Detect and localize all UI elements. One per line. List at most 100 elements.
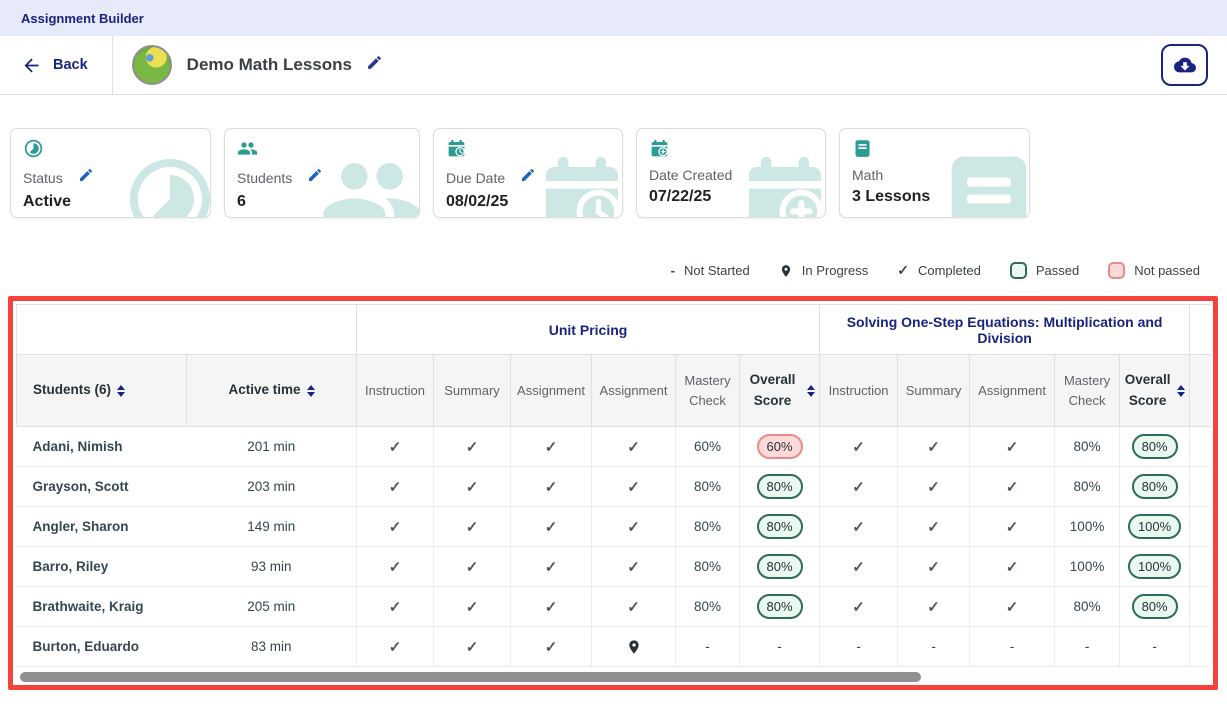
score-chip: 80% [757,474,803,499]
column-header-overall-score[interactable]: Overall Score [1120,355,1190,427]
check-icon: ✓ [852,559,865,576]
group-header-spacer [17,305,357,355]
completed-cell: ✓ [970,507,1055,547]
column-label: Active time [228,380,300,400]
check-icon: ✓ [1006,479,1019,496]
completed-cell: ✓ [820,507,898,547]
check-icon: ✓ [852,479,865,496]
sliver-cell [1190,587,1211,627]
legend-label: Not passed [1134,263,1200,278]
sort-arrows-icon [1177,385,1185,397]
check-icon: ✓ [466,639,479,656]
column-header-assignment: Assignment [592,355,676,427]
column-header-overall-score[interactable]: Overall Score [740,355,820,427]
status-label: Status [23,170,63,186]
column-header-active-time[interactable]: Active time [187,355,357,427]
column-label: Overall Score [1124,370,1171,411]
table-row: Burton, Eduardo83 min✓✓✓------- [17,627,1212,667]
score-cell: 80% [1055,427,1120,467]
check-icon: ✓ [545,519,558,536]
check-icon: ✓ [389,559,402,576]
column-label: Mastery Check [680,371,735,410]
horizontal-scrollbar [17,670,1210,683]
score-cell: 60% [676,427,740,467]
sort-arrows-icon [117,385,125,397]
lesson-group-header: Unit Pricing [357,305,820,355]
score-chip: 80% [1132,474,1178,499]
score-cell: 80% [676,547,740,587]
completed-cell: ✓ [434,507,511,547]
completed-cell: ✓ [434,627,511,667]
completed-cell: ✓ [357,587,434,627]
column-label: Summary [444,381,500,401]
pin-icon [626,639,642,655]
completed-cell: ✓ [592,507,676,547]
back-button[interactable]: Back [0,36,112,94]
check-icon: ✓ [852,599,865,616]
pencil-icon [78,167,94,183]
completed-cell: ✓ [511,467,592,507]
student-name-cell: Burton, Eduardo [17,627,187,667]
score-chip: 80% [757,594,803,619]
legend-not-started: - Not Started [671,263,750,278]
overall-score-cell: 80% [740,467,820,507]
completed-cell: ✓ [898,467,970,507]
column-label: Assignment [600,381,668,401]
column-header-students-6-[interactable]: Students (6) [17,355,187,427]
score-cell: - [1120,627,1190,667]
date-created-label: Date Created [649,167,732,183]
scrollbar-thumb[interactable] [20,672,921,682]
score-chip: 100% [1128,554,1181,579]
completed-cell: ✓ [592,467,676,507]
completed-cell: ✓ [434,587,511,627]
edit-students-button[interactable] [307,167,323,188]
arrow-back-icon [21,55,42,76]
sort-arrows-icon [807,385,815,397]
overall-score-cell: 60% [740,427,820,467]
column-label: Instruction [829,381,889,401]
overall-score-cell: 80% [740,507,820,547]
legend-label: In Progress [802,263,868,278]
check-icon: ✓ [1006,439,1019,456]
column-label: Assignment [978,381,1046,401]
completed-cell: ✓ [898,587,970,627]
sliver-cell [1190,627,1211,667]
score-cell: 100% [1055,507,1120,547]
active-time-cell: 93 min [187,547,357,587]
active-time-cell: 83 min [187,627,357,667]
completed-cell: ✓ [511,427,592,467]
column-header-instruction: Instruction [820,355,898,427]
score-cell: 80% [1055,587,1120,627]
column-header-mastery-check: Mastery Check [1055,355,1120,427]
subject-label: Math [852,167,883,183]
legend-label: Passed [1036,263,1079,278]
check-icon: ✓ [466,519,479,536]
lesson-group-header: Solving One-Step Equations: Multiplicati… [820,305,1190,355]
check-icon: ✓ [389,639,402,656]
edit-status-button[interactable] [78,167,94,188]
student-name-cell: Barro, Riley [17,547,187,587]
check-icon: ✓ [389,519,402,536]
edit-due-date-button[interactable] [520,167,536,188]
check-icon: ✓ [627,559,640,576]
edit-title-button[interactable] [366,54,383,76]
check-icon: ✓ [627,439,640,456]
students-value: 6 [237,193,407,211]
check-icon: ✓ [627,479,640,496]
check-icon: ✓ [627,519,640,536]
students-label: Students [237,170,292,186]
score-cell: - [740,627,820,667]
pencil-icon [307,167,323,183]
dash-icon: - [671,263,675,278]
score-cell: 80% [676,507,740,547]
sliver-cell [1190,427,1211,467]
download-report-button[interactable] [1161,44,1208,86]
page-header: Back Demo Math Lessons [0,36,1227,95]
column-label: Assignment [517,381,585,401]
completed-cell: ✓ [592,427,676,467]
check-icon: ✓ [927,599,940,616]
overall-score-cell: 80% [1120,467,1190,507]
sliver-cell [1190,547,1211,587]
score-cell: - [676,627,740,667]
score-cell: - [820,627,898,667]
